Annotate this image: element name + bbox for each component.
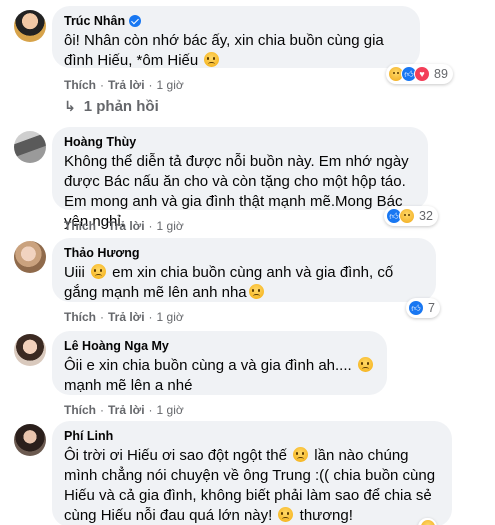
comment-time[interactable]: 1 giờ	[157, 310, 184, 324]
reply-link[interactable]: Trả lời	[108, 403, 145, 417]
reply-link[interactable]: Trả lời	[108, 310, 145, 324]
reaction-count: 32	[419, 209, 433, 223]
comment-text: ôi! Nhân còn nhớ bác ấy, xin chia buồn c…	[64, 32, 384, 69]
sad-face-emoji-icon	[357, 357, 373, 372]
replies-count-label[interactable]: 1 phản hồi	[84, 98, 159, 115]
comment-bubble: Thảo Hương Uiii em xin chia buồn cùng an…	[52, 238, 436, 302]
sad-face-emoji-icon	[204, 52, 220, 67]
comment-bubble: Phí Linh Ôi trời ơi Hiếu ơi sao đột ngột…	[52, 421, 452, 525]
avatar[interactable]	[14, 334, 46, 366]
sad-face-emoji-icon	[293, 447, 309, 462]
comment-time[interactable]: 1 giờ	[157, 78, 184, 92]
avatar[interactable]	[14, 241, 46, 273]
avatar[interactable]	[14, 131, 46, 163]
comment-time[interactable]: 1 giờ	[157, 219, 184, 233]
like-link[interactable]: Thích	[64, 219, 96, 233]
reply-link[interactable]: Trả lời	[108, 78, 145, 92]
author-name[interactable]: Hoàng Thùy	[64, 135, 136, 149]
avatar[interactable]	[14, 10, 46, 42]
comment-actions: Thích · Trả lời · 1 giờ	[64, 219, 184, 233]
comment-bubble: Hoàng Thùy Không thể diễn tả được nỗi bu…	[52, 127, 428, 230]
like-link[interactable]: Thích	[64, 78, 96, 92]
comment-bubble: Lê Hoàng Nga My Ôii e xin chia buồn cùng…	[52, 331, 387, 395]
comment-actions: Thích · Trả lời · 1 giờ	[64, 310, 184, 324]
reply-arrow-icon: ↳	[64, 98, 76, 114]
sad-icon	[399, 208, 415, 224]
reaction-count: 7	[428, 301, 435, 315]
reaction-summary[interactable]: 👍︎ ♥ 89	[386, 64, 453, 84]
reaction-count: 89	[434, 67, 448, 81]
comment-time[interactable]: 1 giờ	[157, 403, 184, 417]
comment-actions: Thích · Trả lời · 1 giờ	[64, 403, 184, 417]
comment-bubble: Trúc Nhân ôi! Nhân còn nhớ bác ấy, xin c…	[52, 6, 420, 69]
comment-text: Uiii em xin chia buồn cùng anh và gia đì…	[64, 264, 394, 301]
sad-icon	[420, 519, 436, 525]
author-name[interactable]: Lê Hoàng Nga My	[64, 339, 169, 353]
like-icon: 👍︎	[408, 300, 424, 316]
love-icon: ♥	[414, 66, 430, 82]
reply-link[interactable]: Trả lời	[108, 219, 145, 233]
reaction-summary[interactable]: 👍︎ 7	[406, 298, 440, 318]
author-name[interactable]: Trúc Nhân	[64, 14, 125, 28]
view-replies-button[interactable]: ↳ 1 phản hồi	[64, 98, 159, 115]
comment-text: Ôii e xin chia buồn cùng a và gia đình a…	[64, 356, 375, 396]
sad-face-emoji-icon	[91, 264, 106, 279]
author-name[interactable]: Phí Linh	[64, 429, 113, 443]
verified-badge-icon	[129, 15, 142, 27]
comment-actions: Thích · Trả lời · 1 giờ	[64, 78, 184, 92]
like-link[interactable]: Thích	[64, 310, 96, 324]
reaction-summary[interactable]: 👍︎ 32	[384, 206, 438, 226]
like-link[interactable]: Thích	[64, 403, 96, 417]
comment-text: Ôi trời ơi Hiếu ơi sao đột ngột thế lần …	[64, 447, 436, 524]
author-name[interactable]: Thảo Hương	[64, 246, 140, 260]
sad-face-emoji-icon	[248, 284, 264, 299]
sad-face-emoji-icon	[278, 507, 294, 522]
avatar[interactable]	[14, 424, 46, 456]
